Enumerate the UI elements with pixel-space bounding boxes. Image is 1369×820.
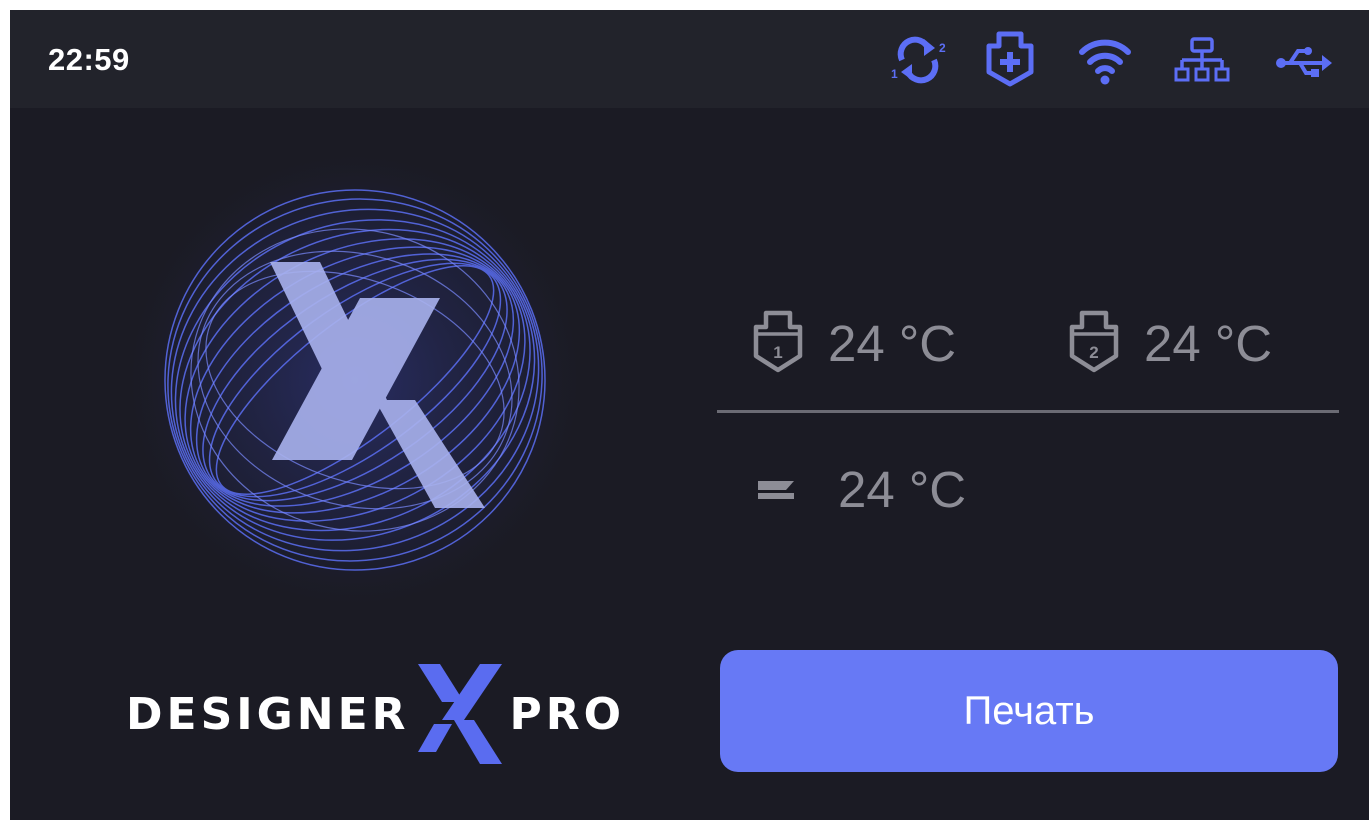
printer-screen: 22:59 2 1 DESIGNER PRO 1 24 °C 2 24 °C 2… [10, 10, 1369, 820]
brand-x-mark [417, 664, 502, 764]
sync-1-2-icon[interactable]: 2 1 [890, 34, 948, 84]
svg-text:1: 1 [891, 67, 898, 81]
network-icon[interactable] [1174, 36, 1230, 86]
svg-text:2: 2 [939, 41, 946, 55]
brand-text-designer: DESIGNER [126, 688, 410, 740]
usb-icon[interactable] [1274, 42, 1334, 82]
extruder-2-badge: 2 [1089, 343, 1098, 362]
temperature-divider [717, 410, 1339, 413]
bed-temperature: 24 °C [756, 460, 966, 519]
extruder-2-temp-value: 24 °C [1144, 314, 1273, 372]
print-button[interactable]: Печать [720, 650, 1338, 772]
designer-x-pro-logo-emblem [120, 155, 590, 615]
extruder-1-temp-value: 24 °C [828, 314, 957, 372]
brand-wordmark: DESIGNER PRO [126, 662, 625, 766]
wifi-icon[interactable] [1078, 34, 1132, 86]
heated-bed-icon [758, 480, 794, 499]
brand-text-pro: PRO [509, 688, 626, 740]
extruder-2-icon: 2 [1069, 310, 1119, 373]
bed-temp-value: 24 °C [838, 461, 967, 518]
extruder-add-icon[interactable] [985, 30, 1035, 88]
extruder-1-badge: 1 [773, 343, 782, 362]
extruder-1-temperature: 1 24 °C [752, 310, 956, 376]
clock: 22:59 [48, 42, 130, 77]
status-bar: 22:59 2 1 [10, 10, 1369, 108]
extruder-1-icon: 1 [753, 310, 803, 373]
extruder-2-temperature: 2 24 °C [1068, 310, 1272, 376]
